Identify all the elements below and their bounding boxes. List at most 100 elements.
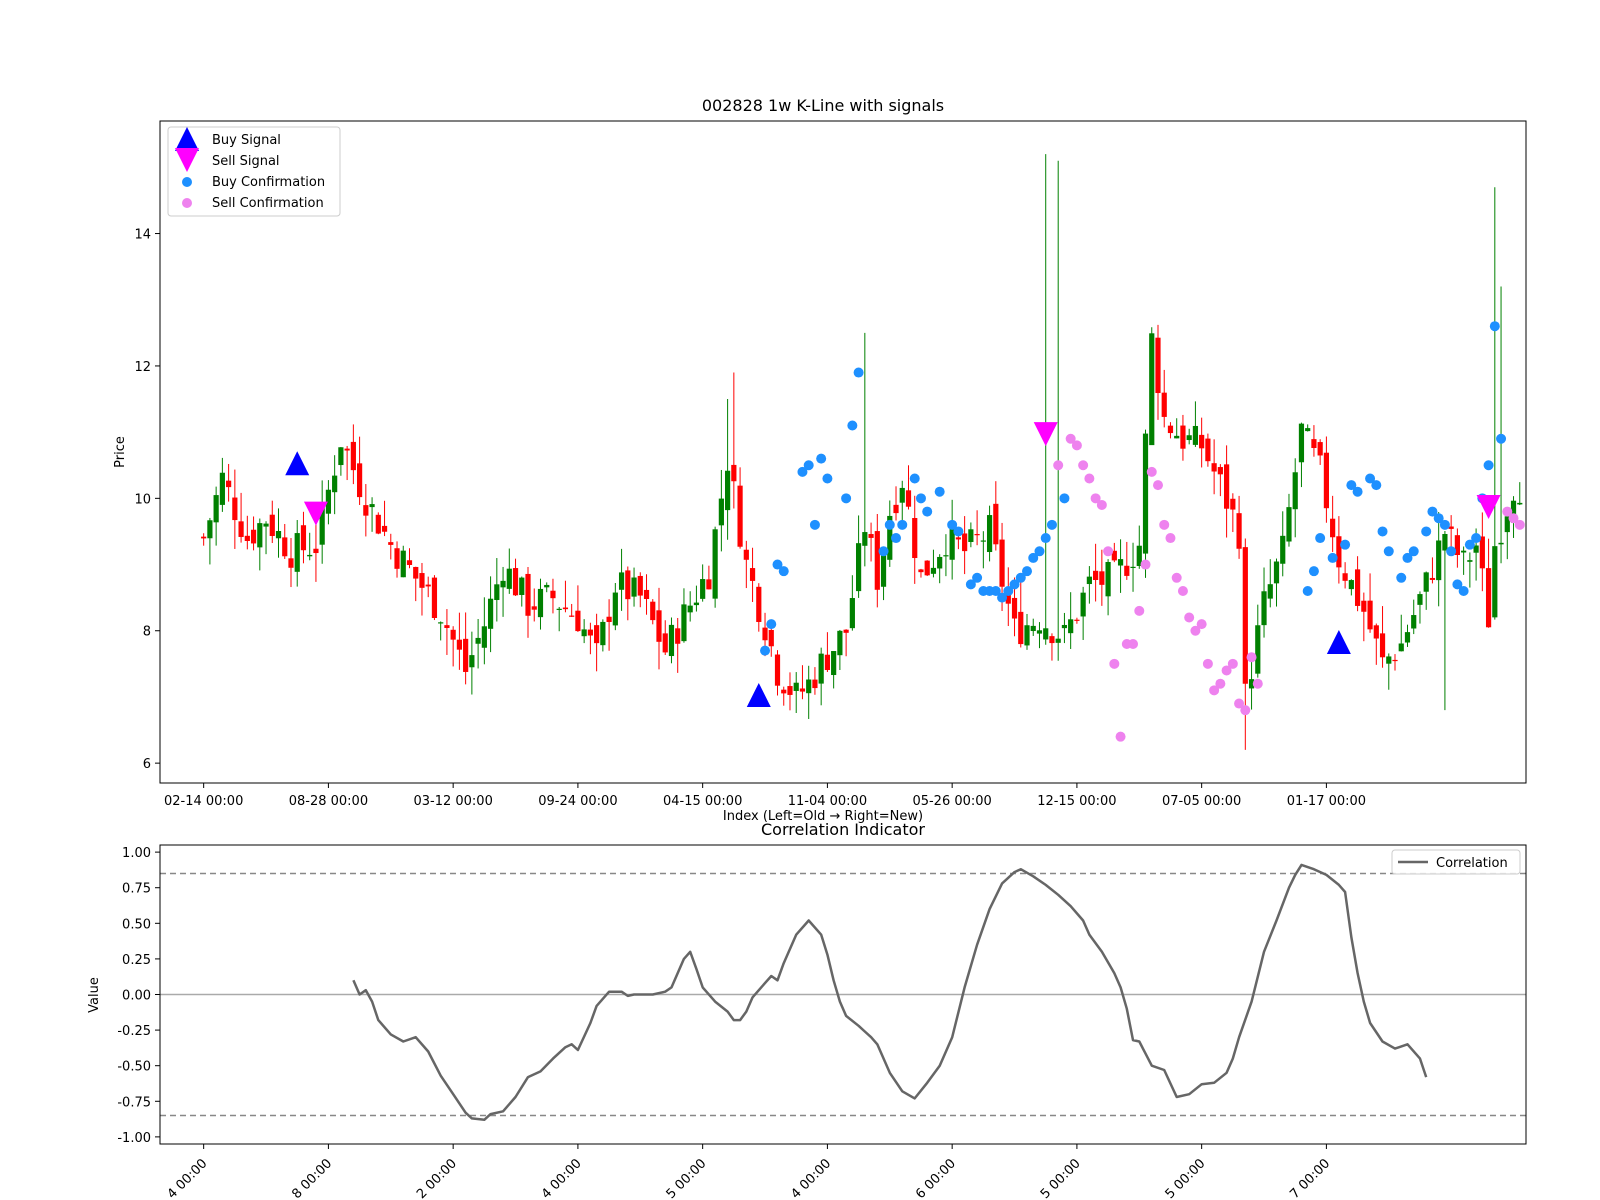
candle-body [1348,580,1354,590]
sell-confirmation-point [1096,499,1107,510]
buy-confirmation-point [853,367,864,378]
candle-body [594,625,600,644]
buy-confirmation-point [1308,566,1319,577]
candle-body [899,487,905,503]
candle-body [612,592,618,626]
candle-body [1386,656,1392,664]
candle-body [275,531,282,539]
buy-confirmation-point [1446,546,1457,557]
correlation-legend: Correlation [1391,849,1521,875]
candle-body [332,475,338,493]
candle-body [618,572,625,590]
y-tick-label: 12 [134,360,151,375]
y-tick-label: -0.75 [117,1095,151,1110]
candle-body [643,589,650,600]
sell-confirmation-point [1071,440,1082,451]
candle-body [1280,535,1286,564]
candle-body [1080,592,1086,617]
candle-body [1061,624,1068,629]
candle-body [356,463,363,498]
candle-body [300,525,307,551]
candle-body [313,548,319,554]
candle-body [693,602,700,606]
y-tick-label: 0.25 [122,953,151,968]
candle-body [569,615,575,617]
y-tick-label: 1.00 [122,846,151,861]
x-tick-label: 12-15 00:00 [1037,794,1116,809]
legend-buy-confirmation-label: Buy Confirmation [212,175,325,190]
candle-body [1411,615,1417,629]
candle-body [687,605,693,613]
candle-body [556,608,562,610]
kline-ylabel: Price [113,436,128,468]
candle-body [201,536,207,539]
candle-body [1392,659,1398,662]
correlation-ylabel: Value [87,977,102,1013]
candle-body [525,573,531,616]
sell-confirmation-point [1159,519,1170,530]
sell-confirmation-point [1109,658,1120,669]
candle-body [1030,625,1036,632]
candle-body [968,529,974,542]
buy-confirmation-point [934,486,945,497]
candle-body [1485,568,1492,628]
candle-body [762,627,768,641]
candle-body [818,653,824,684]
candle-body [381,525,388,532]
candle-body [1492,546,1498,618]
sell-confirmation-point [1246,652,1257,663]
candle-body [1261,591,1267,626]
candle-body [1267,584,1273,599]
buy-confirmation-point [1040,533,1051,544]
candle-body [1174,435,1180,439]
candle-body [1379,633,1386,658]
buy-confirmation-point [816,453,827,464]
buy-confirmation-point [1046,519,1057,530]
candle-body [675,628,681,644]
candle-body [1099,571,1105,585]
candle-body [500,580,506,588]
sell-confirmation-point [1184,612,1195,623]
candle-body [425,584,431,587]
buy-confirmation-point [841,493,852,504]
candle-body [1186,435,1192,441]
y-tick-label: 0.00 [122,989,151,1004]
legend-sell-confirmation-marker [182,198,192,208]
buy-confirmation-point [1059,493,1070,504]
y-tick-label: -1.00 [117,1131,151,1146]
candle-body [1086,576,1092,585]
candle-body [650,601,656,621]
legend-sell-signal-label: Sell Signal [212,154,280,169]
candle-body [855,543,862,592]
buy-confirmation-point [803,460,814,471]
x-tick-label: 07-05 00:00 [1162,794,1241,809]
candle-body [1055,638,1061,643]
candle-body [993,503,999,545]
candle-body [1043,628,1049,640]
candle-body [1311,439,1317,449]
candle-body [793,682,799,691]
kline-legend: Buy Signal Sell Signal Buy Confirmation … [167,126,341,217]
x-tick-label: 11-04 00:00 [788,794,867,809]
candle-body [706,579,712,590]
correlation-title: Correlation Indicator [761,820,925,839]
y-tick-label: 14 [134,228,151,243]
x-tick-label: 01-17 00:00 [1287,794,1366,809]
candle-body [1011,597,1018,619]
y-tick-label: 10 [134,492,151,507]
candle-body [787,686,793,695]
candle-body [1161,392,1167,417]
sell-confirmation-point [1227,658,1238,669]
candle-body [930,567,937,574]
x-tick-label: 04-15 00:00 [663,794,742,809]
candle-body [1124,565,1130,576]
candle-body [519,577,525,595]
buy-confirmation-point [1396,572,1407,583]
buy-confirmation-point [1483,460,1494,471]
x-tick-label: 09-24 00:00 [538,794,617,809]
buy-confirmation-point [897,519,908,530]
candle-body [768,629,774,647]
buy-confirmation-point [809,519,820,530]
correlation-legend-label: Correlation [1436,856,1508,871]
candle-body [413,566,419,579]
